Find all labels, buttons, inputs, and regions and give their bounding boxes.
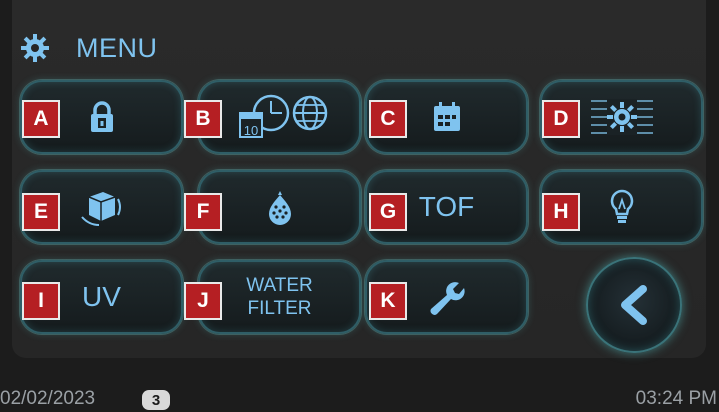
tag-j: J: [184, 282, 222, 320]
nutrient-button[interactable]: [198, 170, 361, 244]
gear-icon: [21, 34, 49, 62]
brightness-lines-icon: [590, 99, 653, 135]
calendar-icon: [433, 102, 460, 131]
tag-k: K: [369, 282, 407, 320]
back-button[interactable]: [586, 257, 682, 353]
ice-cube-icon: [80, 192, 121, 226]
water-filter-line2: FILTER: [247, 298, 312, 319]
tag-a: A: [22, 100, 60, 138]
wrench-icon: [430, 282, 465, 315]
date-time-region-button[interactable]: 10: [198, 80, 361, 154]
tof-label: TOF: [418, 191, 475, 222]
calendar-day: 10: [243, 123, 257, 138]
notification-badge[interactable]: 3: [142, 390, 170, 410]
tag-i: I: [22, 282, 60, 320]
status-time: 03:24 PM: [635, 388, 717, 409]
lightbulb-icon: [610, 189, 633, 223]
tag-b: B: [184, 100, 222, 138]
tag-c: C: [369, 100, 407, 138]
lock-icon: [90, 101, 113, 132]
page-title: MENU: [76, 32, 158, 63]
tag-e: E: [22, 193, 60, 231]
menu-header: MENU: [20, 26, 158, 70]
uv-label: UV: [82, 281, 121, 312]
tag-d: D: [542, 100, 580, 138]
tag-f: F: [184, 193, 222, 231]
water-filter-line1: WATER: [246, 274, 313, 296]
chevron-left-icon: [621, 285, 647, 325]
status-date: 02/02/2023: [0, 388, 96, 409]
menu-screen: MENU 10 TOF UV WATER FILTER A B C D E F …: [0, 0, 719, 412]
water-filter-label: WATER FILTER: [246, 274, 313, 320]
clock-calendar-globe-icon: 10: [238, 94, 327, 138]
nutrient-drop-icon: [268, 191, 291, 225]
tag-h: H: [542, 193, 580, 231]
water-filter-button[interactable]: WATER FILTER: [198, 260, 361, 334]
tag-g: G: [369, 193, 407, 231]
